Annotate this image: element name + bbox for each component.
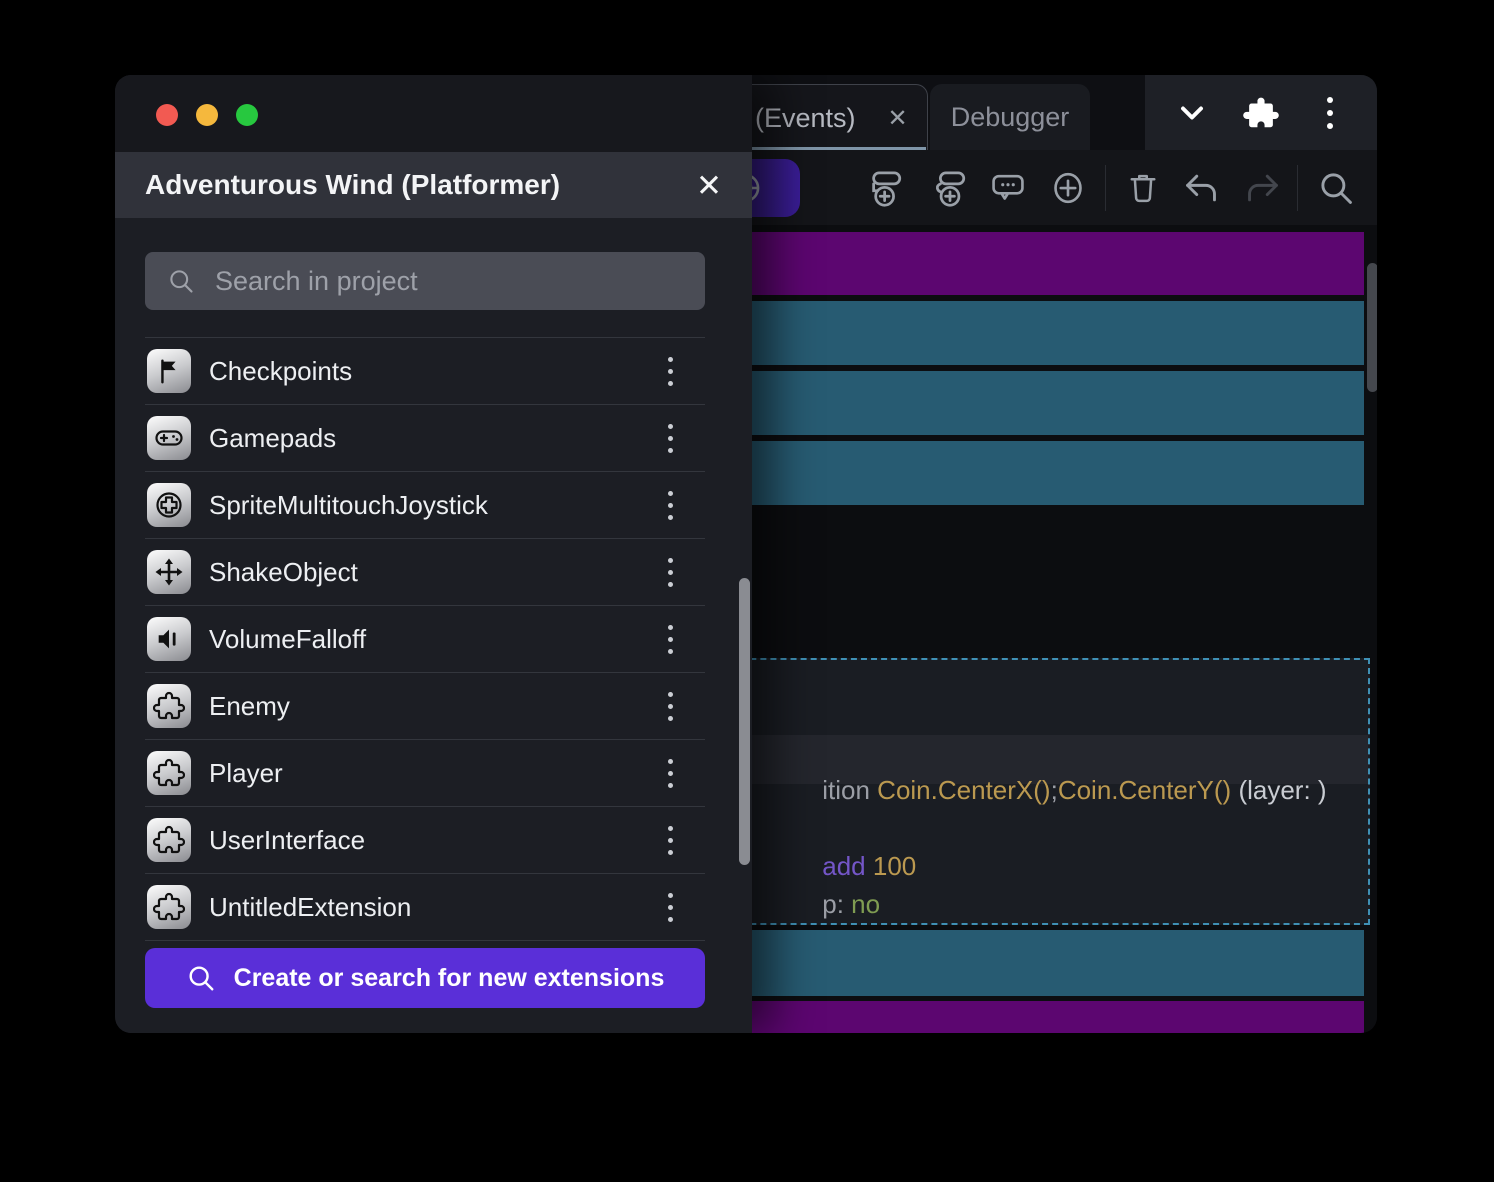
code-token: ition: [822, 775, 877, 805]
event-row[interactable]: [700, 232, 1364, 295]
list-item-gamepads[interactable]: Gamepads: [145, 404, 705, 471]
create-extension-button[interactable]: Create or search for new extensions: [145, 948, 705, 1008]
item-menu-icon[interactable]: [668, 491, 673, 520]
add-comment-icon[interactable]: [981, 150, 1035, 225]
app-window: (Events) ✕ Debugger: [115, 75, 1377, 1033]
create-extension-label: Create or search for new extensions: [234, 964, 665, 993]
event-row[interactable]: [700, 371, 1364, 435]
list-item-userinterface[interactable]: UserInterface: [145, 806, 705, 873]
trash-icon[interactable]: [1116, 150, 1170, 225]
event-row[interactable]: [700, 930, 1364, 996]
undo-icon[interactable]: [1175, 150, 1229, 225]
add-event-icon[interactable]: [859, 150, 913, 225]
dialog-scrollbar[interactable]: [739, 578, 750, 865]
list-item-label: UserInterface: [209, 825, 365, 856]
extensions-dialog: Adventurous Wind (Platformer) ✕ Checkpoi…: [115, 75, 752, 1033]
extensions-list: Checkpoints Gamepads S: [145, 337, 705, 941]
item-menu-icon[interactable]: [668, 759, 673, 788]
event-row[interactable]: [700, 1001, 1364, 1033]
item-menu-icon[interactable]: [668, 625, 673, 654]
gamepad-icon: [147, 416, 191, 460]
add-circle-icon[interactable]: [1041, 150, 1095, 225]
list-item-label: SpriteMultitouchJoystick: [209, 490, 488, 521]
tab-debugger-label: Debugger: [951, 102, 1070, 133]
redo-icon[interactable]: [1235, 150, 1289, 225]
dialog-header: Adventurous Wind (Platformer) ✕: [115, 152, 752, 218]
item-menu-icon[interactable]: [668, 558, 673, 587]
list-item-enemy[interactable]: Enemy: [145, 672, 705, 739]
window-actions-panel: [1145, 75, 1377, 150]
code-token: ;: [1051, 775, 1058, 805]
list-item-label: Player: [209, 758, 283, 789]
list-item-label: Enemy: [209, 691, 290, 722]
chevron-down-icon[interactable]: [1170, 91, 1214, 135]
dialog-body: Checkpoints Gamepads S: [115, 218, 752, 1033]
list-item-label: Checkpoints: [209, 356, 352, 387]
selected-event[interactable]: ition Coin.CenterX();Coin.CenterY() (lay…: [700, 658, 1370, 925]
list-item-label: VolumeFalloff: [209, 624, 366, 655]
tab-close-icon[interactable]: ✕: [888, 104, 908, 133]
code-token: p:: [822, 889, 851, 919]
code-token: Coin.CenterX(): [877, 775, 1050, 805]
search-input[interactable]: [213, 265, 637, 298]
list-item-spritemultitouchjoystick[interactable]: SpriteMultitouchJoystick: [145, 471, 705, 538]
list-item-untitledextension[interactable]: UntitledExtension: [145, 873, 705, 941]
item-menu-icon[interactable]: [668, 357, 673, 386]
tab-debugger[interactable]: Debugger: [930, 84, 1090, 150]
list-item-checkpoints[interactable]: Checkpoints: [145, 337, 705, 404]
list-item-player[interactable]: Player: [145, 739, 705, 806]
puzzle-icon: [147, 818, 191, 862]
toolbar-divider: [1105, 165, 1106, 211]
search-events-icon[interactable]: [1309, 150, 1363, 225]
extensions-icon[interactable]: [1239, 91, 1283, 135]
item-menu-icon[interactable]: [668, 893, 673, 922]
flag-icon: [147, 349, 191, 393]
tab-events[interactable]: (Events) ✕: [730, 84, 928, 151]
item-menu-icon[interactable]: [668, 692, 673, 721]
event-row[interactable]: [700, 441, 1364, 505]
search-icon: [186, 963, 216, 993]
list-item-label: Gamepads: [209, 423, 336, 454]
item-menu-icon[interactable]: [668, 424, 673, 453]
close-traffic-light[interactable]: [156, 104, 178, 126]
puzzle-icon: [147, 885, 191, 929]
tab-events-label: (Events): [755, 103, 856, 134]
events-scrollbar[interactable]: [1367, 263, 1377, 392]
project-search-box: [145, 252, 705, 310]
dialog-title: Adventurous Wind (Platformer): [145, 169, 560, 201]
more-vertical-icon[interactable]: [1308, 91, 1352, 135]
macos-titlebar: [115, 75, 752, 152]
search-icon: [167, 267, 195, 295]
code-token: no: [851, 889, 880, 919]
event-row[interactable]: [700, 301, 1364, 365]
puzzle-icon: [147, 751, 191, 795]
code-token: Coin.CenterY(): [1058, 775, 1231, 805]
joystick-icon: [147, 483, 191, 527]
list-item-label: UntitledExtension: [209, 892, 411, 923]
code-token: (layer: ): [1231, 775, 1326, 805]
item-menu-icon[interactable]: [668, 826, 673, 855]
list-item-volumefalloff[interactable]: VolumeFalloff: [145, 605, 705, 672]
list-item-shakeobject[interactable]: ShakeObject: [145, 538, 705, 605]
zoom-traffic-light[interactable]: [236, 104, 258, 126]
move-arrows-icon: [147, 550, 191, 594]
list-item-label: ShakeObject: [209, 557, 358, 588]
dialog-close-icon[interactable]: ✕: [696, 170, 722, 201]
desktop-background: (Events) ✕ Debugger: [0, 0, 1494, 1182]
add-subevent-icon[interactable]: [923, 150, 977, 225]
minimize-traffic-light[interactable]: [196, 104, 218, 126]
speaker-icon: [147, 617, 191, 661]
puzzle-icon: [147, 684, 191, 728]
toolbar-divider: [1297, 165, 1298, 211]
